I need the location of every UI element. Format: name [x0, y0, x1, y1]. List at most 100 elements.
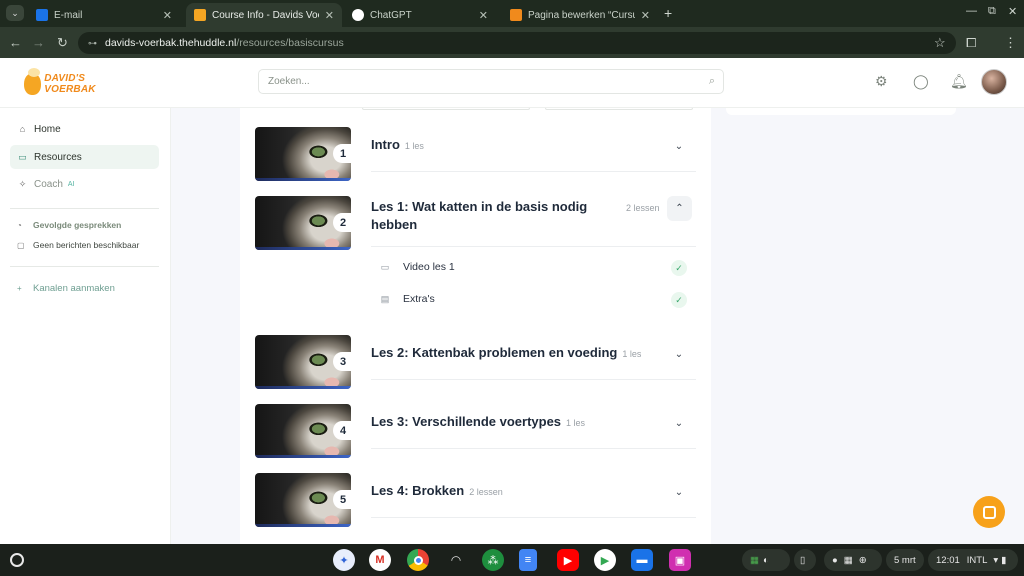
media-controls[interactable]: ● ▦ ⊕	[824, 549, 882, 571]
minimize-icon[interactable]: —	[966, 5, 977, 17]
new-tab-button[interactable]: +	[664, 5, 672, 21]
notification-bell-icon[interactable]: 🔔︎	[950, 73, 968, 90]
site-favicon-icon	[510, 9, 522, 21]
lesson-thumbnail[interactable]: 1	[255, 127, 351, 181]
gallery-icon[interactable]: ▣	[669, 549, 691, 571]
chevron-down-icon[interactable]: ⌄	[672, 418, 686, 429]
user-avatar[interactable]	[981, 69, 1007, 95]
lesson-title[interactable]: Les 1: Wat katten in de basis nodig hebb…	[371, 198, 611, 234]
message-icon: ▢	[17, 240, 25, 250]
forward-icon[interactable]: →	[32, 35, 45, 50]
brand-logo[interactable]: DAVID'S VOERBAK	[24, 68, 119, 97]
bookmark-star-icon[interactable]: ☆	[934, 35, 946, 51]
date-indicator[interactable]: 5 mrt	[886, 549, 924, 571]
gmail-icon[interactable]: M	[369, 549, 391, 571]
tab-email[interactable]: E-mail ✕	[28, 3, 180, 27]
play-store-icon[interactable]: ▶	[594, 549, 616, 571]
bell-icon: ◔	[17, 220, 22, 230]
sparkle-icon: ✧	[18, 178, 27, 189]
close-window-icon[interactable]: ✕	[1008, 5, 1017, 18]
tab-chatgpt[interactable]: ChatGPT ✕	[344, 3, 496, 27]
wifi-icon: ▾	[993, 554, 999, 566]
home-icon: ⌂	[19, 124, 26, 134]
back-icon[interactable]: ←	[9, 35, 22, 50]
no-messages-text: ▢ Geen berichten beschikbaar	[17, 240, 140, 250]
divider	[10, 208, 159, 209]
lesson-thumbnail[interactable]: 4	[255, 404, 351, 458]
docs-icon[interactable]: ≡	[519, 549, 537, 571]
chevron-up-icon[interactable]: ⌃	[667, 196, 692, 221]
close-icon[interactable]: ✕	[641, 9, 650, 22]
chevron-down-icon[interactable]: ⌄	[672, 141, 686, 152]
divider	[371, 379, 696, 380]
reload-icon[interactable]: ↻	[57, 35, 68, 51]
tab-course-info[interactable]: Course Info - Davids Voerbak ✕	[186, 3, 342, 27]
top-tab-fragment[interactable]	[545, 108, 693, 110]
chrome-icon[interactable]	[407, 549, 429, 571]
settings-gear-icon[interactable]: ⚙	[875, 73, 888, 90]
lesson-count: 1 les	[622, 349, 642, 359]
sidebar-item-resources[interactable]: ▭ Resources	[10, 145, 159, 169]
site-favicon-icon	[194, 9, 206, 21]
completed-check-icon: ✓	[671, 260, 687, 276]
status-tray[interactable]: 12:01 INTL ▾ ▮	[928, 549, 1018, 571]
lesson-thumbnail[interactable]: 2	[255, 196, 351, 250]
tab-edit-page[interactable]: Pagina bewerken “Cursus” ‹ Da ✕	[502, 3, 658, 27]
browser-menu-icon[interactable]: ⋮	[1004, 35, 1017, 51]
sidebar-item-coach[interactable]: ✧ Coach AI	[10, 172, 159, 196]
tab-search-button[interactable]: ⌄	[6, 5, 24, 21]
phone-hub-icon[interactable]: ▯	[794, 549, 816, 571]
youtube-icon[interactable]: ▶	[557, 549, 579, 571]
graduation-cap-icon: ▭	[18, 151, 27, 162]
lesson-number: 2	[333, 213, 351, 232]
lesson-item[interactable]: ▤ Extra's	[379, 293, 435, 305]
lesson-item[interactable]: ▭ Video les 1	[379, 261, 455, 273]
video-icon: ▭	[380, 261, 390, 272]
close-icon[interactable]: ✕	[163, 9, 172, 22]
app-grid-icon[interactable]: ⁂	[482, 549, 504, 571]
add-icon: ⊕	[858, 554, 867, 566]
lesson-title[interactable]: Les 3: Verschillende voertypes 1 les	[371, 413, 585, 432]
search-icon[interactable]: ⌕	[709, 75, 715, 88]
extensions-icon[interactable]: ⧠	[966, 35, 976, 51]
sheets-icon: ▦	[750, 554, 759, 566]
lesson-title[interactable]: Intro 1 les	[371, 136, 424, 155]
gemini-icon[interactable]: ✦	[333, 549, 355, 571]
document-icon: ▤	[380, 293, 390, 304]
plus-icon: +	[17, 284, 22, 293]
chevron-down-icon[interactable]: ⌄	[672, 349, 686, 360]
chatgpt-icon	[352, 9, 364, 21]
address-bar[interactable]: ⊶ davids-voerbak.thehuddle.nl/resources/…	[78, 32, 956, 54]
battery-icon: ▮	[1001, 554, 1007, 566]
close-icon[interactable]: ✕	[479, 9, 488, 22]
lesson-title[interactable]: Les 2: Kattenbak problemen en voeding 1 l…	[371, 344, 641, 363]
chat-icon[interactable]: ◯	[913, 73, 929, 90]
lesson-thumbnail[interactable]: 3	[255, 335, 351, 389]
logo-cup-icon	[24, 68, 42, 95]
lesson-number: 4	[333, 421, 351, 440]
create-channels-button[interactable]: + Kanalen aanmaken	[10, 283, 115, 294]
top-tab-fragment[interactable]	[362, 108, 530, 110]
support-chat-button[interactable]	[973, 496, 1005, 528]
files-icon[interactable]: ▬	[631, 549, 653, 571]
search-input[interactable]: Zoeken... ⌕	[258, 69, 724, 94]
lesson-title[interactable]: Les 4: Brokken 2 lessen	[371, 482, 503, 501]
sidebar-item-home[interactable]: ⌂ Home	[10, 117, 159, 141]
launcher-icon[interactable]	[10, 553, 24, 567]
divider	[371, 246, 696, 247]
side-panel-card	[726, 108, 956, 115]
divider	[10, 266, 159, 267]
site-info-icon[interactable]: ⊶	[88, 38, 97, 49]
lesson-number: 1	[333, 144, 351, 163]
followed-conversations-heading: ◔ Gevolgde gesprekken	[17, 220, 122, 230]
tray-apps[interactable]: ▦ ◐	[742, 549, 790, 571]
play-icon: ●	[832, 554, 838, 566]
restore-icon[interactable]: ⧉	[988, 5, 996, 18]
lesson-count: 1 les	[404, 141, 424, 151]
close-icon[interactable]: ✕	[325, 9, 334, 22]
mail-icon	[36, 9, 48, 21]
lesson-thumbnail[interactable]: 5	[255, 473, 351, 527]
chevron-down-icon[interactable]: ⌄	[672, 487, 686, 498]
cast-icon[interactable]: ◠	[445, 549, 467, 571]
chat-bubble-icon	[982, 505, 996, 519]
